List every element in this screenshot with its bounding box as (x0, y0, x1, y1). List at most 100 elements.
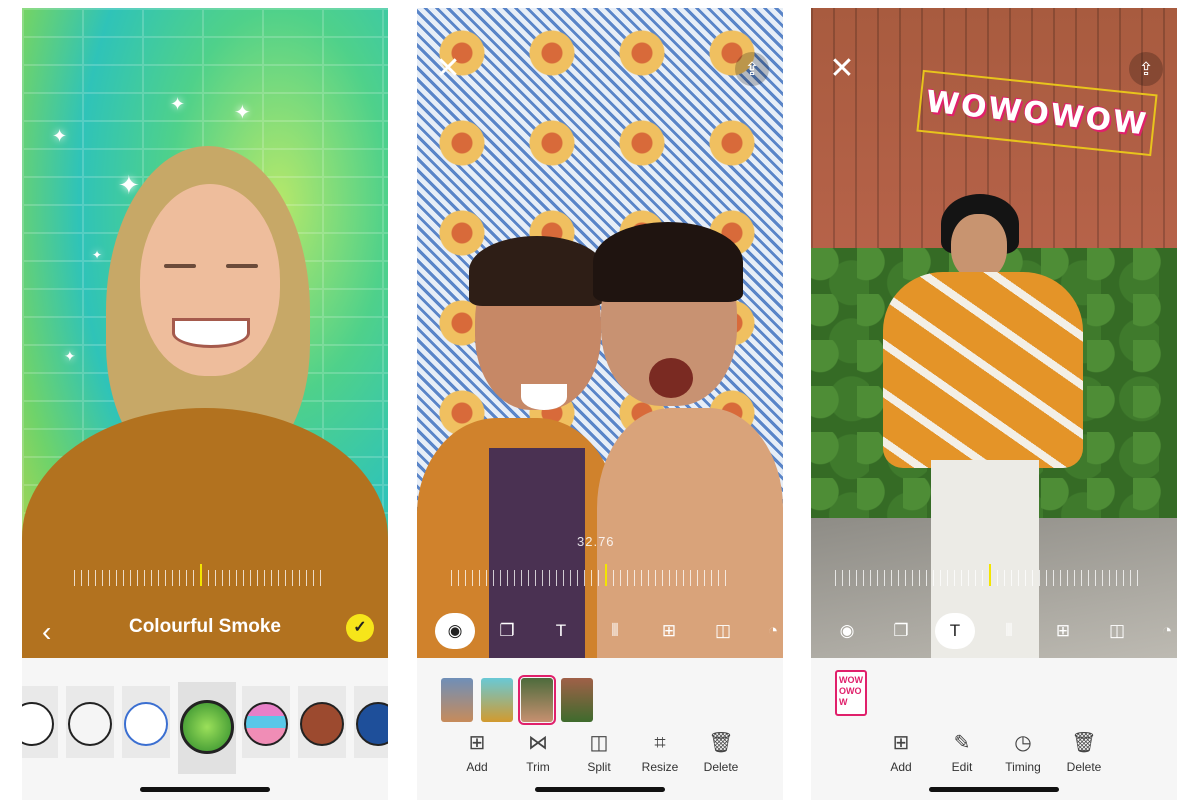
timeline-tick (236, 570, 237, 586)
timeline-tick (186, 570, 187, 586)
timeline-tick (528, 570, 529, 586)
filter-item[interactable] (66, 686, 114, 758)
filter-item[interactable] (242, 686, 290, 758)
camera-icon[interactable]: ◉ (435, 613, 475, 649)
sparkle-icon: ✦ (52, 126, 68, 146)
timeline-tick (641, 570, 642, 586)
filter-item[interactable] (22, 686, 58, 758)
split-button[interactable]: ◫ Split (567, 730, 631, 774)
close-icon[interactable]: ✕ (827, 54, 857, 84)
filter-carousel[interactable] (22, 682, 388, 774)
filter-item[interactable] (354, 686, 388, 758)
clip-stack-icon[interactable]: ❐ (489, 613, 525, 649)
text-icon[interactable]: T (543, 613, 579, 649)
timeline-tick (137, 570, 138, 586)
trim-icon: ⋈ (528, 732, 548, 754)
timeline-tick (535, 570, 536, 586)
timeline-tick (1109, 570, 1110, 586)
timeline-tick (1074, 570, 1075, 586)
timeline-tick (123, 570, 124, 586)
open-mouth (649, 358, 693, 398)
timeline-tick (1116, 570, 1117, 586)
timeline-tick (627, 570, 628, 586)
timeline-scrubber[interactable] (74, 564, 321, 586)
timeline-tick (1130, 570, 1131, 586)
delete-button[interactable]: 🗑 Delete (689, 730, 753, 774)
timeline-scrubber[interactable] (451, 564, 726, 586)
speed-icon[interactable]: ◔ (755, 613, 783, 649)
clip-thumbnail[interactable] (481, 678, 513, 722)
share-icon[interactable]: ⇪ (1129, 52, 1163, 86)
clip-tray: ⊞ Add ⋈ Trim ◫ Split ⌗ Resize 🗑 Delete (417, 658, 783, 800)
delete-button[interactable]: 🗑 Delete (1052, 730, 1116, 774)
filter-item-selected[interactable] (178, 682, 236, 774)
filter-item[interactable] (298, 686, 346, 758)
plus-square-icon: ⊞ (892, 732, 910, 754)
trim-button[interactable]: ⋈ Trim (506, 730, 570, 774)
timeline-tick (292, 570, 293, 586)
speed-icon[interactable]: ◔ (1149, 613, 1177, 649)
timeline-tick (165, 570, 166, 586)
resize-button[interactable]: ⌗ Resize (628, 730, 692, 774)
editor-toolbar: ◉ ❐ T ⦀ ⊞ ◫ ◔ (417, 611, 783, 651)
timeline-tick (549, 570, 550, 586)
audio-wave-icon[interactable]: ⦀ (991, 613, 1027, 649)
add-button[interactable]: ⊞ Add (445, 730, 509, 774)
resize-label: Resize (641, 760, 679, 774)
clip-thumbnail-selected[interactable] (518, 675, 556, 725)
text-icon[interactable]: T (935, 613, 975, 649)
check-icon[interactable]: ✓ (346, 614, 374, 642)
timeline-tick (1053, 570, 1054, 586)
playhead (605, 564, 607, 586)
timeline-tick (975, 570, 976, 586)
sticker-icon[interactable]: ⊞ (1045, 613, 1081, 649)
timeline-tick (95, 570, 96, 586)
edit-button[interactable]: ✎ Edit (930, 730, 994, 774)
timeline-tick (1011, 570, 1012, 586)
crop-frame-icon[interactable]: ◫ (705, 613, 741, 649)
filter-name: Colourful Smoke (128, 616, 281, 637)
filter-item[interactable] (122, 686, 170, 758)
timeline-scrubber[interactable] (835, 564, 1138, 586)
timeline-tick (271, 570, 272, 586)
timeline-tick (856, 570, 857, 586)
text-clip-tile[interactable]: WOW OWO W (835, 670, 867, 716)
timeline-tick (514, 570, 515, 586)
crop-frame-icon[interactable]: ◫ (1099, 613, 1135, 649)
timeline-tick (620, 570, 621, 586)
timeline-tick (947, 570, 948, 586)
smile (172, 318, 250, 348)
timing-button[interactable]: ◷ Timing (991, 730, 1055, 774)
share-icon[interactable]: ⇪ (735, 52, 769, 86)
timeline-tick (88, 570, 89, 586)
sparkle-icon: ✦ (170, 94, 186, 114)
audio-wave-icon[interactable]: ⦀ (597, 613, 633, 649)
sticker-icon[interactable]: ⊞ (651, 613, 687, 649)
timeline-tick (1067, 570, 1068, 586)
timeline-tick (1102, 570, 1103, 586)
sticker-text: WOWOWOW (924, 83, 1150, 143)
timeline-tick (968, 570, 969, 586)
clip-thumbnail[interactable] (441, 678, 473, 722)
timeline-tick (877, 570, 878, 586)
filter-tray (22, 658, 388, 800)
clip-thumbnail[interactable] (561, 678, 593, 722)
timeline-tick (898, 570, 899, 586)
face-filter-icon (356, 702, 388, 746)
camera-icon[interactable]: ◉ (829, 613, 865, 649)
timeline-tick (320, 570, 321, 586)
timeline-tick (74, 570, 75, 586)
add-label: Add (890, 760, 912, 774)
add-button[interactable]: ⊞ Add (869, 730, 933, 774)
timeline-tick (479, 570, 480, 586)
timeline-tick (961, 570, 962, 586)
close-icon[interactable]: ✕ (433, 54, 463, 84)
clip-stack-icon[interactable]: ❐ (883, 613, 919, 649)
timeline-tick (954, 570, 955, 586)
phone-screen-filters: ✦ ✦ ✦ ✦ ✦ ✦ ‹ Colourful Smoke ✓ (22, 8, 388, 800)
timeline-tick (676, 570, 677, 586)
timeline-tick (905, 570, 906, 586)
timeline-tick (278, 570, 279, 586)
edit-icon: ✎ (953, 732, 971, 754)
timeline-tick (683, 570, 684, 586)
